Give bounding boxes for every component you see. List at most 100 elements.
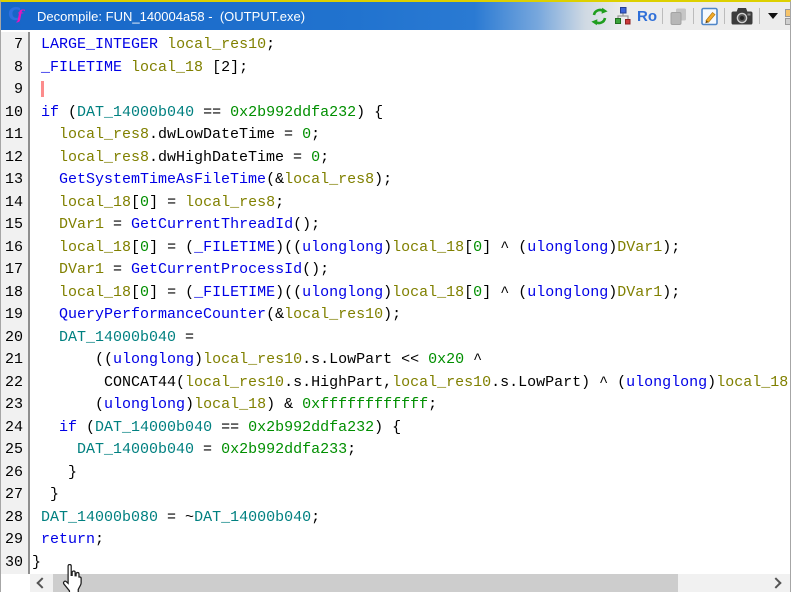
code-token[interactable]: 0x2b992ddfa232 xyxy=(248,419,374,436)
code-line[interactable]: DAT_14000b040 = xyxy=(32,327,790,350)
code-token[interactable]: ulonglong xyxy=(527,284,608,301)
code-token[interactable]: GetCurrentProcessId xyxy=(131,261,302,278)
code-line[interactable]: (ulonglong)local_18) & 0xffffffffffff; xyxy=(32,394,790,417)
code-lines[interactable]: LARGE_INTEGER local_res10; _FILETIME loc… xyxy=(30,32,790,574)
scroll-right-button[interactable] xyxy=(766,574,788,592)
code-token[interactable]: } xyxy=(68,464,77,481)
code-token[interactable]: ^ xyxy=(464,351,482,368)
code-token[interactable]: = ~ xyxy=(158,509,194,526)
code-token[interactable]: (); xyxy=(302,261,329,278)
code-line[interactable]: local_18[0] = (_FILETIME)((ulonglong)loc… xyxy=(32,282,790,305)
code-line[interactable]: local_res8.dwLowDateTime = 0; xyxy=(32,124,790,147)
code-token[interactable]: ( xyxy=(95,396,104,413)
code-token[interactable]: ; xyxy=(95,531,104,548)
code-token[interactable]: local_res8 xyxy=(59,126,149,143)
code-token[interactable]: if xyxy=(59,419,77,436)
code-token[interactable]: ); xyxy=(662,239,680,256)
code-token[interactable]: ; xyxy=(266,36,275,53)
code-token[interactable]: DVar1 xyxy=(59,261,104,278)
code-token[interactable]: ; xyxy=(320,149,329,166)
code-line[interactable]: _FILETIME local_18 [2]; xyxy=(32,57,790,80)
code-token[interactable]: [ xyxy=(464,284,473,301)
code-line[interactable]: DAT_14000b080 = ~DAT_14000b040; xyxy=(32,507,790,530)
code-line[interactable]: ((ulonglong)local_res10.s.LowPart << 0x2… xyxy=(32,349,790,372)
code-token[interactable]: 0x20 xyxy=(428,351,464,368)
code-token[interactable]: [2]; xyxy=(203,59,248,76)
code-token[interactable]: ulonglong xyxy=(104,396,185,413)
code-token[interactable]: ) xyxy=(608,284,617,301)
code-token[interactable]: ; xyxy=(428,396,437,413)
code-line[interactable]: DVar1 = GetCurrentThreadId(); xyxy=(32,214,790,237)
code-line[interactable]: local_18[0] = local_res8; xyxy=(32,192,790,215)
code-token[interactable]: local_res10 xyxy=(167,36,266,53)
code-token[interactable]: } xyxy=(32,554,41,571)
code-token[interactable]: = xyxy=(104,261,131,278)
code-token[interactable]: DAT_14000b040 xyxy=(194,509,311,526)
code-line[interactable] xyxy=(32,79,790,102)
scroll-left-button[interactable] xyxy=(30,574,52,592)
code-token[interactable]: ) xyxy=(608,239,617,256)
code-token[interactable]: _FILETIME xyxy=(41,59,122,76)
code-token[interactable]: ) xyxy=(707,374,716,391)
scrollbar-thumb[interactable] xyxy=(53,574,678,592)
code-token[interactable]: local_18 xyxy=(392,284,464,301)
code-token[interactable]: GetSystemTimeAsFileTime xyxy=(59,171,266,188)
code-token[interactable]: 0 xyxy=(140,239,149,256)
code-token[interactable]: GetCurrentThreadId xyxy=(131,216,293,233)
code-token[interactable]: )(( xyxy=(275,239,302,256)
code-token[interactable]: _FILETIME xyxy=(194,284,275,301)
code-token[interactable]: ( xyxy=(59,104,77,121)
code-token[interactable]: 0x2b992ddfa232 xyxy=(230,104,356,121)
code-token[interactable]: local_res8 xyxy=(185,194,275,211)
code-token[interactable]: [ xyxy=(131,194,140,211)
code-token[interactable]: .dwHighDateTime = xyxy=(149,149,311,166)
code-line[interactable]: if (DAT_14000b040 == 0x2b992ddfa232) { xyxy=(32,102,790,125)
camera-snapshot-icon[interactable] xyxy=(728,5,756,27)
code-token[interactable]: (( xyxy=(95,351,113,368)
code-token[interactable]: ) xyxy=(185,396,194,413)
code-token[interactable]: 0 xyxy=(311,149,320,166)
code-token[interactable]: DAT_14000b080 xyxy=(41,509,158,526)
copy-icon[interactable] xyxy=(666,5,690,27)
clipped-icon[interactable] xyxy=(783,6,790,26)
code-token[interactable]: local_res10 xyxy=(392,374,491,391)
code-token[interactable]: == xyxy=(194,104,230,121)
horizontal-scrollbar[interactable] xyxy=(30,574,790,592)
code-token[interactable]: = xyxy=(176,329,194,346)
code-token[interactable]: local_res8 xyxy=(284,171,374,188)
code-token[interactable]: DVar1 xyxy=(617,239,662,256)
dropdown-arrow-icon[interactable] xyxy=(763,5,783,27)
refresh-icon[interactable] xyxy=(587,5,611,27)
code-token[interactable]: local_18 xyxy=(59,284,131,301)
code-token[interactable]: ulonglong xyxy=(527,239,608,256)
code-token[interactable]: LARGE_INTEGER xyxy=(41,36,158,53)
code-token[interactable]: DVar1 xyxy=(617,284,662,301)
code-line[interactable]: if (DAT_14000b040 == 0x2b992ddfa232) { xyxy=(32,417,790,440)
code-token[interactable]: ) { xyxy=(374,419,401,436)
code-token[interactable]: ] ^ ( xyxy=(482,239,527,256)
code-token[interactable]: [ xyxy=(131,239,140,256)
code-token[interactable]: local_res10 xyxy=(284,306,383,323)
code-token[interactable]: .dwLowDateTime = xyxy=(149,126,302,143)
code-token[interactable]: local_18 xyxy=(716,374,788,391)
function-graph-icon[interactable] xyxy=(611,5,635,27)
code-token[interactable]: .s.LowPart) ^ ( xyxy=(491,374,626,391)
code-token[interactable]: ); xyxy=(662,284,680,301)
code-token[interactable]: ulonglong xyxy=(302,284,383,301)
edit-icon[interactable] xyxy=(697,5,721,27)
code-token[interactable]: 0 xyxy=(473,284,482,301)
code-token[interactable]: return xyxy=(41,531,95,548)
code-token[interactable]: } xyxy=(50,486,59,503)
code-token[interactable]: ); xyxy=(383,306,401,323)
code-token[interactable]: ) xyxy=(383,239,392,256)
code-token[interactable]: DAT_14000b040 xyxy=(77,441,194,458)
code-line[interactable]: local_res8.dwHighDateTime = 0; xyxy=(32,147,790,170)
code-token[interactable]: local_18 xyxy=(59,239,131,256)
code-token[interactable]: ) & xyxy=(266,396,302,413)
code-token[interactable]: local_res10 xyxy=(185,374,284,391)
code-token[interactable]: [ xyxy=(131,284,140,301)
code-token[interactable]: ; xyxy=(275,194,284,211)
code-token[interactable]: QueryPerformanceCounter xyxy=(59,306,266,323)
code-line[interactable]: } xyxy=(32,484,790,507)
code-token[interactable]: ) xyxy=(383,284,392,301)
